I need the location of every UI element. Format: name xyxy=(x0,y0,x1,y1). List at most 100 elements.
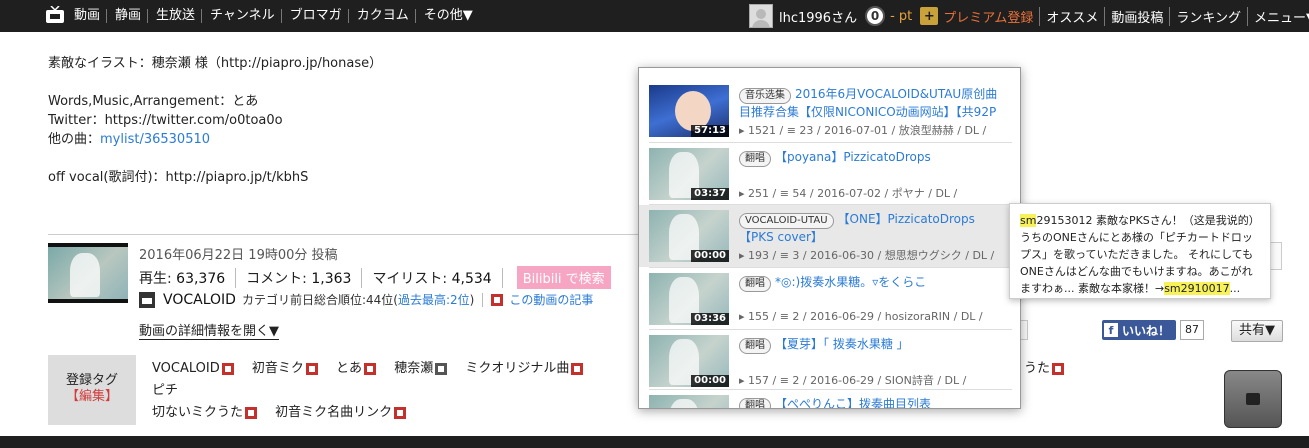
tag-label: 切ないミクうた xyxy=(152,405,244,420)
related-title[interactable]: 【ぺぺりんこ】拨奏曲目列表 xyxy=(775,397,931,408)
tag-list: VOCALOID 初音ミク とあ 穂奈瀬 ミクオリジナル曲 ピチ 切ないミクうた… xyxy=(152,358,632,424)
side-panel-edge xyxy=(1270,242,1282,270)
desc-offvocal: off vocal(歌詞付)：http://piapro.jp/t/kbhS xyxy=(48,170,309,185)
desc-credits: Words,Music,Arrangement：とあ xyxy=(48,94,259,109)
tag-box: 登録タグ 【編集】 xyxy=(48,355,136,425)
related-title[interactable]: 【夏芽】「 拨奏水果糖 」 xyxy=(775,337,909,351)
tag-label: 穂奈瀬 xyxy=(394,361,434,376)
tag-label: ミクオリジナル曲 xyxy=(465,361,570,376)
tag-item[interactable]: 初音ミク名曲リンク xyxy=(275,402,407,424)
tag-edit-link[interactable]: 【編集】 xyxy=(48,389,136,405)
related-video-item[interactable]: 翻唱 【ぺぺりんこ】拨奏曲目列表 xyxy=(639,390,1020,408)
related-meta: ▸ 157 / ≡ 2 / 2016-06-29 / SION詩音 / DL / xyxy=(739,374,967,387)
dic-icon[interactable] xyxy=(435,362,448,375)
category-icon xyxy=(139,291,155,308)
share-button[interactable]: 共有▼ xyxy=(1231,320,1283,342)
nav-kakuyomu[interactable]: カクヨム xyxy=(355,9,416,23)
nav-video[interactable]: 動画 xyxy=(72,9,108,23)
tooltip-video-link[interactable]: sm2910017 xyxy=(1164,282,1230,295)
related-video-item[interactable]: 03:36 翻唱 *◎:)拨奏水果糖。▿をくらこ ▸ 155 / ≡ 2 / 20… xyxy=(639,268,1020,330)
top-nav-bar: 動画 静画 生放送 チャンネル ブロマガ カクヨム その他▼ lhc1996さん… xyxy=(0,0,1309,32)
type-badge: 翻唱 xyxy=(739,276,771,292)
premium-register-link[interactable]: プレミアム登録 xyxy=(943,6,1041,26)
nav-channel[interactable]: チャンネル xyxy=(208,9,282,23)
dic-icon[interactable] xyxy=(245,406,258,419)
comment-tooltip: sm29153012 素敵なPKSさん！（这是我说的）うちのONEさんにとあ様の… xyxy=(1009,203,1271,299)
facebook-like-button[interactable]: f いいね！ xyxy=(1102,320,1177,340)
mylist-link[interactable]: mylist/36530510 xyxy=(100,132,210,147)
facebook-icon: f xyxy=(1104,323,1118,337)
dic-icon[interactable] xyxy=(364,362,377,375)
category-row: VOCALOID カテゴリ前日総合順位:44位(過去最高:2位) この動画の記事 xyxy=(139,291,593,308)
related-thumbnail[interactable] xyxy=(649,395,729,408)
type-badge: 音乐选集 xyxy=(739,88,791,104)
points-label: - pt xyxy=(890,8,913,24)
video-thumbnail[interactable] xyxy=(48,243,128,303)
nav-upload[interactable]: 動画投稿 xyxy=(1111,6,1171,26)
nav-recommend[interactable]: オススメ xyxy=(1046,6,1106,26)
related-video-item[interactable]: 03:37 翻唱 【poyana】PizzicatoDrops ▸ 251 / ≡… xyxy=(639,143,1020,205)
avatar[interactable] xyxy=(749,4,773,28)
bilibili-search-button[interactable]: Bilibili で検索 xyxy=(516,266,611,289)
related-title[interactable]: *◎:)拨奏水果糖。▿をくらこ xyxy=(775,275,926,289)
detail-info-toggle[interactable]: 動画の詳細情報を開く▼ xyxy=(139,320,279,340)
related-thumbnail[interactable]: 00:00 xyxy=(649,210,729,262)
dic-icon[interactable] xyxy=(394,406,407,419)
duration: 03:37 xyxy=(691,188,729,200)
dic-icon[interactable] xyxy=(221,362,234,375)
footer-bar xyxy=(0,436,1309,448)
related-meta: ▸ 1521 / ≡ 23 / 2016-07-01 / 放浪型赫赫 / DL … xyxy=(739,124,987,137)
nav-live[interactable]: 生放送 xyxy=(154,9,203,23)
related-thumbnail[interactable]: 57:13 xyxy=(649,85,729,137)
tag-item[interactable]: うた xyxy=(1024,358,1070,380)
like-count: 87 xyxy=(1180,320,1204,340)
related-video-item[interactable]: 57:13 音乐选集 2016年6月VOCALOID&UTAU原创曲目推荐合集【仅… xyxy=(639,80,1020,142)
tag-label: とあ xyxy=(336,361,363,376)
desc-twitter: Twitter：https://twitter.com/o0toa0o xyxy=(48,113,283,128)
desc-other-songs: 他の曲：mylist/36530510 xyxy=(48,130,382,149)
posted-date: 2016年06月22日 19時00分 投稿 xyxy=(139,248,338,263)
related-thumbnail[interactable]: 00:00 xyxy=(649,335,729,387)
dic-icon[interactable] xyxy=(1052,362,1065,375)
category-name[interactable]: VOCALOID xyxy=(163,292,236,308)
nav-seiga[interactable]: 静画 xyxy=(113,9,149,23)
tv-icon[interactable] xyxy=(1224,370,1282,428)
nav-other[interactable]: その他▼ xyxy=(422,9,479,23)
premium-plus-icon[interactable]: + xyxy=(920,7,939,25)
article-icon xyxy=(491,293,504,306)
nav-menu[interactable]: メニュー▼ xyxy=(1254,7,1309,26)
user-name[interactable]: lhc1996さん xyxy=(779,7,857,26)
related-title[interactable]: 【poyana】PizzicatoDrops xyxy=(775,150,931,164)
article-link[interactable]: この動画の記事 xyxy=(509,291,593,308)
related-video-item[interactable]: 00:00 VOCALOID-UTAU 【ONE】PizzicatoDrops【P… xyxy=(639,205,1020,267)
tag-item[interactable]: ピチ xyxy=(152,380,178,402)
related-thumbnail[interactable]: 03:37 xyxy=(649,148,729,200)
tag-item[interactable]: とあ xyxy=(336,358,377,380)
nav-blomaga[interactable]: ブロマガ xyxy=(288,9,349,23)
type-badge: VOCALOID-UTAU xyxy=(739,213,834,229)
comments-count: 1,363 xyxy=(311,270,352,287)
tag-item[interactable]: VOCALOID xyxy=(152,358,234,380)
video-description: 素敵なイラスト：穂奈瀬 様（http://piapro.jp/honase） W… xyxy=(48,54,382,187)
dic-icon[interactable] xyxy=(571,362,584,375)
comments-label: コメント: xyxy=(246,270,307,287)
duration: 00:00 xyxy=(691,250,729,262)
tag-item[interactable]: 切ないミクうた xyxy=(152,402,258,424)
tag-item[interactable]: ミクオリジナル曲 xyxy=(465,358,584,380)
user-area: lhc1996さん 0 - pt + プレミアム登録 オススメ 動画投稿 ランキ… xyxy=(749,0,1309,32)
mylist-count: 4,534 xyxy=(451,270,492,287)
points-badge[interactable]: 0 xyxy=(865,6,886,26)
related-thumbnail[interactable]: 03:36 xyxy=(649,273,729,325)
rank-best-link[interactable]: 過去最高:2位 xyxy=(398,291,470,308)
niconico-tv-logo-icon[interactable] xyxy=(45,6,65,24)
mylist-stat: マイリスト: 4,534 xyxy=(372,267,503,288)
comments-stat: コメント: 1,363 xyxy=(246,267,363,288)
nav-ranking[interactable]: ランキング xyxy=(1176,6,1249,26)
views-count: 63,376 xyxy=(176,270,226,287)
tag-item[interactable]: 初音ミク xyxy=(252,358,318,380)
related-video-item[interactable]: 00:00 翻唱 【夏芽】「 拨奏水果糖 」 ▸ 157 / ≡ 2 / 2016… xyxy=(639,330,1020,392)
tag-item[interactable]: 穂奈瀬 xyxy=(394,358,448,380)
dic-icon[interactable] xyxy=(305,362,318,375)
service-nav: 動画 静画 生放送 チャンネル ブロマガ カクヨム その他▼ xyxy=(72,0,485,32)
duration: 57:13 xyxy=(691,125,729,137)
